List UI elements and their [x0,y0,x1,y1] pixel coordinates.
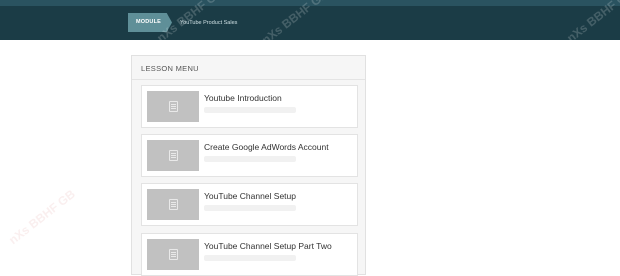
lesson-subtitle-placeholder [204,107,296,113]
lesson-title[interactable]: Create Google AdWords Account [204,142,329,152]
lesson-thumbnail[interactable] [147,239,199,270]
lesson-title[interactable]: YouTube Channel Setup [204,191,296,201]
lesson-subtitle-placeholder [204,156,296,162]
watermark: nXs BBHF GB [6,186,78,248]
lesson-thumbnail[interactable] [147,140,199,171]
lesson-item[interactable]: YouTube Channel Setup [141,183,358,226]
document-icon [168,249,178,260]
document-icon [168,199,178,210]
lesson-title[interactable]: YouTube Channel Setup Part Two [204,241,332,251]
lesson-menu-title: LESSON MENU [141,64,199,73]
lesson-subtitle-placeholder [204,205,296,211]
lesson-item[interactable]: Create Google AdWords Account [141,134,358,177]
watermark: nXs BBHF GB [564,0,620,46]
document-icon [168,101,178,112]
lesson-subtitle-placeholder [204,255,296,261]
lesson-menu-panel: LESSON MENU Youtube Introduction Create … [131,55,366,276]
panel-divider [132,79,365,80]
lesson-item[interactable]: YouTube Channel Setup Part Two [141,233,358,276]
document-icon [168,150,178,161]
watermark: nXs BBHF GB [259,0,331,48]
lesson-title[interactable]: Youtube Introduction [204,93,282,103]
lesson-thumbnail[interactable] [147,189,199,220]
lesson-item[interactable]: Youtube Introduction [141,85,358,128]
lesson-thumbnail[interactable] [147,91,199,122]
top-header: MODULE YouTube Product Sales nXs BBHF GB… [0,0,620,47]
